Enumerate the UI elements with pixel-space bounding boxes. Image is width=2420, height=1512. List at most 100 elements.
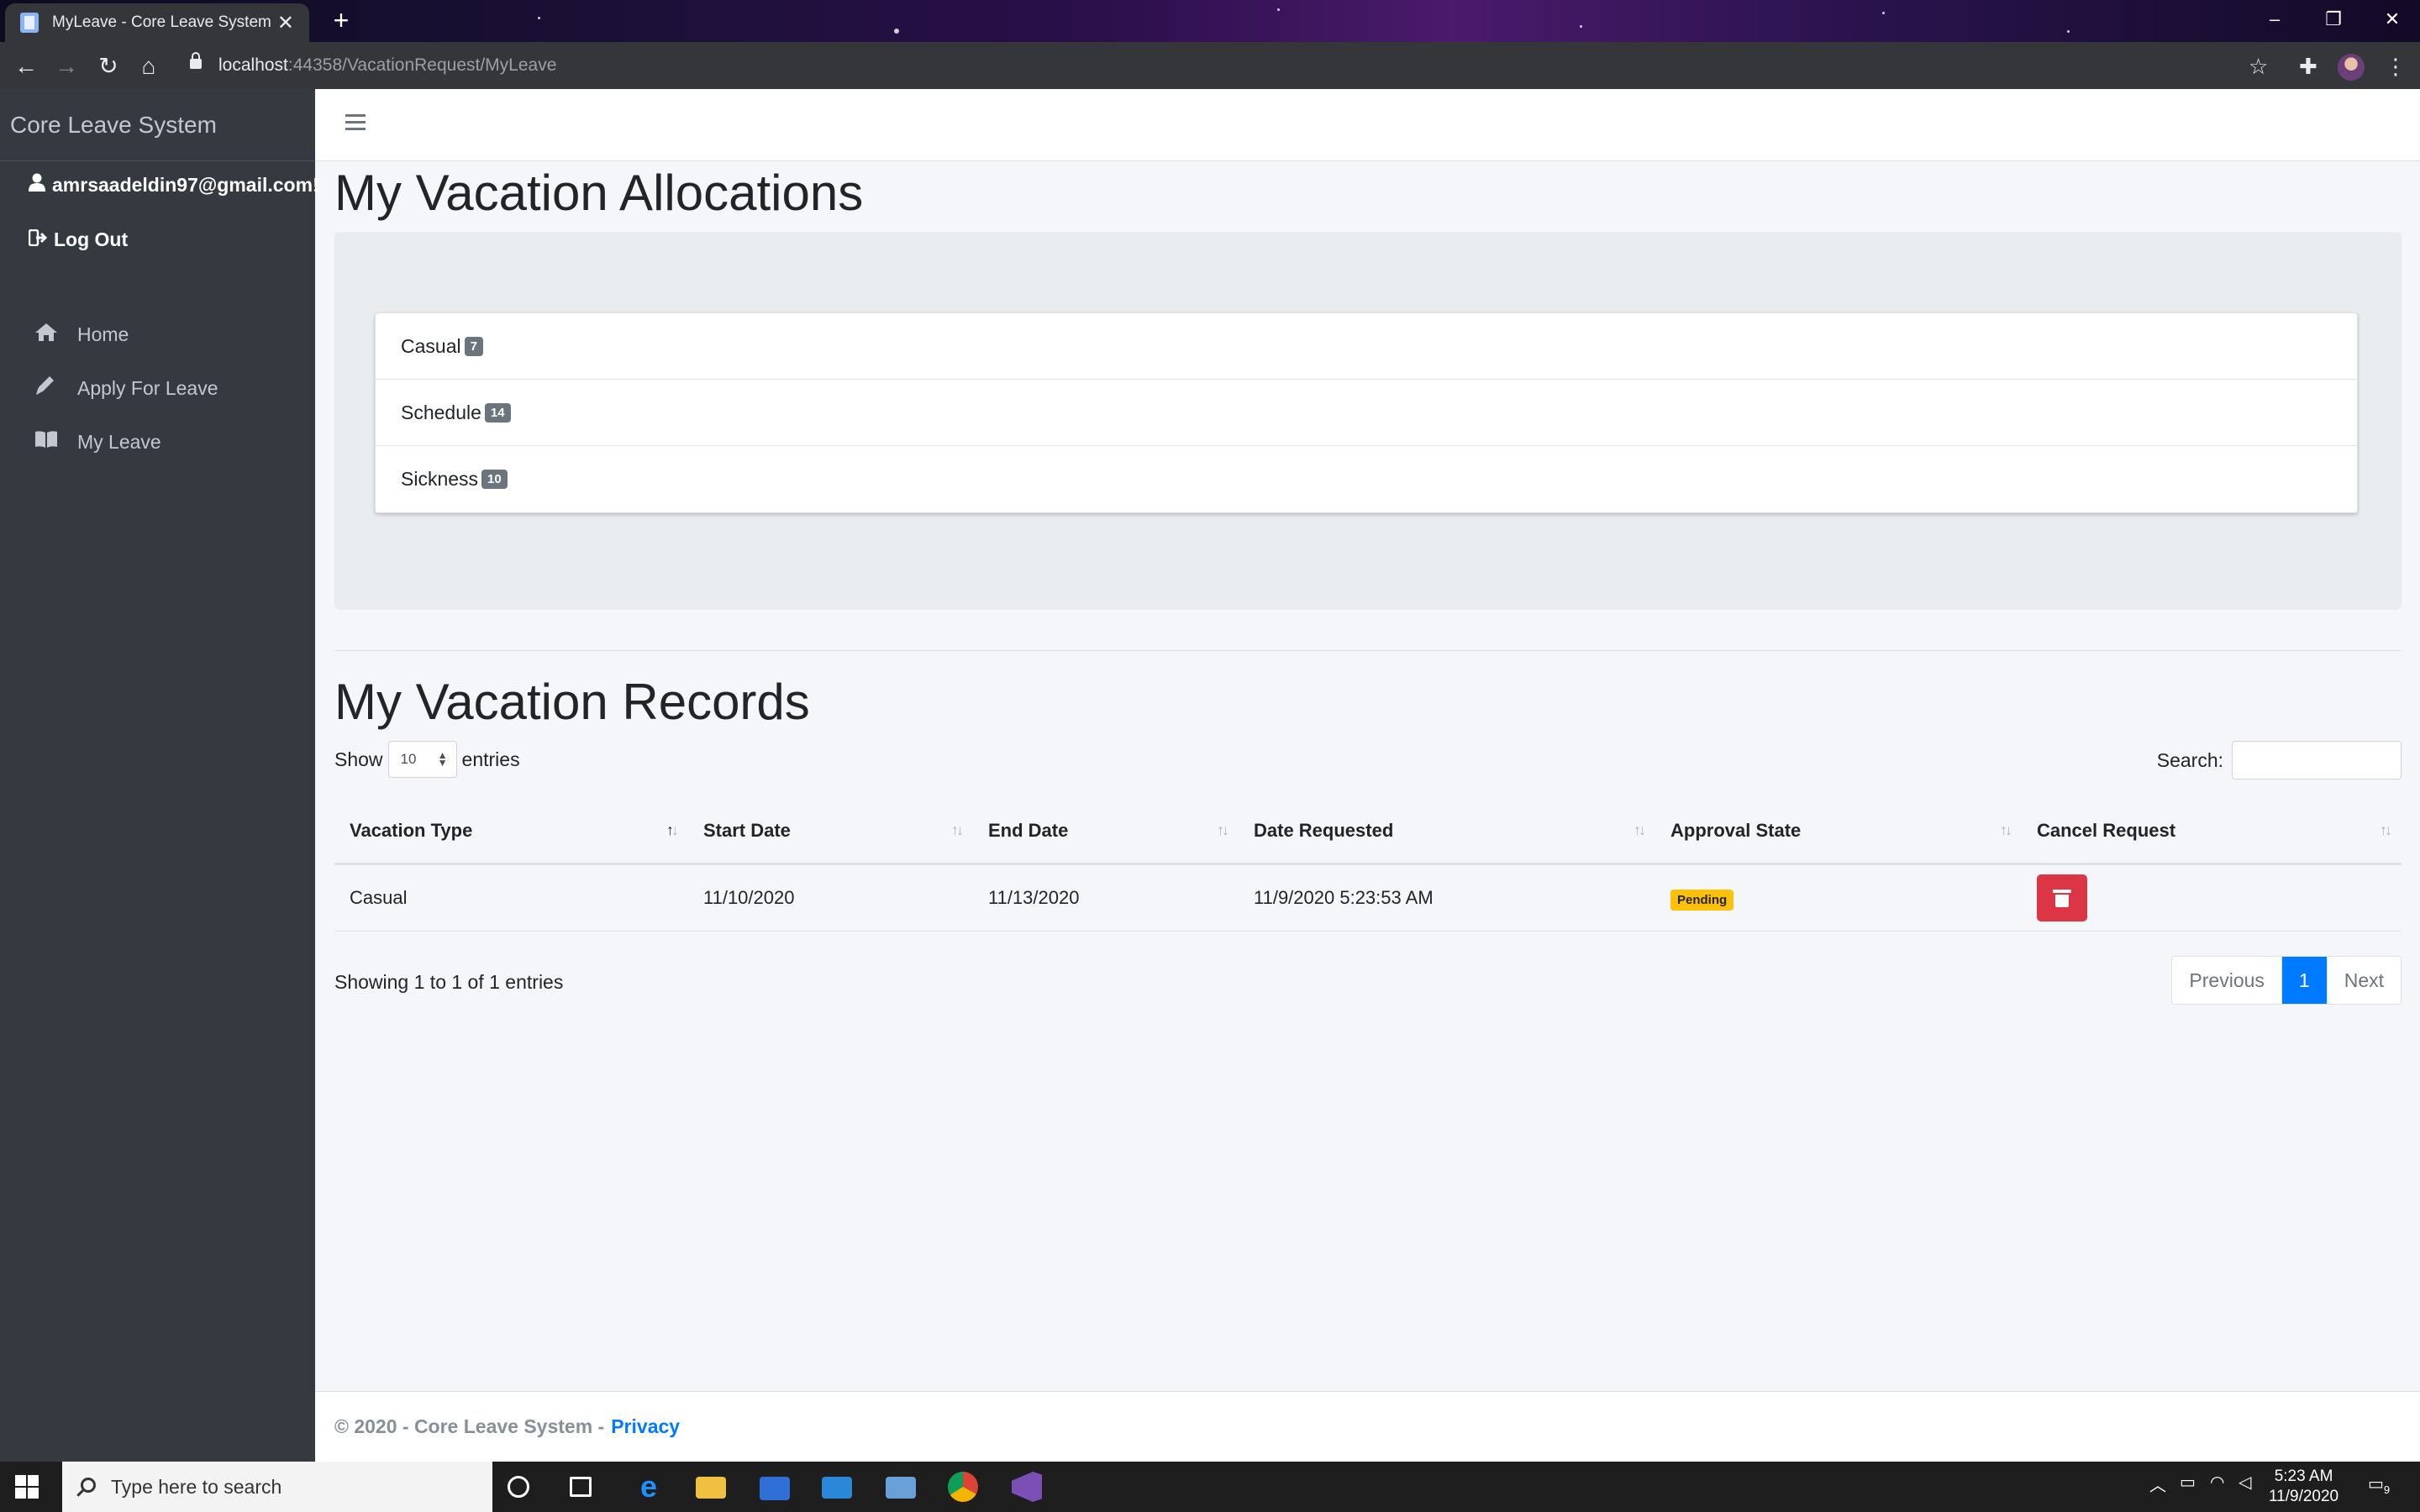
list-item: Sickness 10 xyxy=(376,446,2357,512)
search-icon xyxy=(81,1478,96,1493)
pagination: Previous 1 Next xyxy=(2171,956,2402,1005)
taskbar-clock[interactable]: 5:23 AM 11/9/2020 xyxy=(2269,1467,2338,1507)
column-header-approval-state[interactable]: Approval State ↑↓ xyxy=(1655,800,2022,865)
user-icon xyxy=(29,173,45,197)
clock-time: 5:23 AM xyxy=(2274,1467,2333,1485)
table-search: Search: xyxy=(2157,741,2402,780)
chrome-icon[interactable] xyxy=(948,1472,978,1502)
cortana-icon[interactable] xyxy=(508,1476,529,1498)
taskbar-search-box[interactable]: Type here to search xyxy=(62,1462,492,1512)
browser-toolbar: ← → ↻ ⌂ localhost:44358/VacationRequest/… xyxy=(0,42,2420,89)
allocations-title: My Vacation Allocations xyxy=(334,165,864,221)
page-length-select[interactable]: 10 ▲ ▼ xyxy=(387,741,457,778)
brand-link[interactable]: Core Leave System xyxy=(0,89,315,161)
cell-date-requested: 11/9/2020 5:23:53 AM xyxy=(1239,864,1655,932)
user-email: amrsaadeldin97@gmail.com! xyxy=(52,173,319,196)
page-length-value: 10 xyxy=(400,751,417,767)
column-header-end-date[interactable]: End Date ↑↓ xyxy=(973,800,1239,865)
windows-taskbar: Type here to search e ︿ ▭ ◠ ◁ 5:23 AM 11… xyxy=(0,1462,2420,1512)
store-icon[interactable] xyxy=(760,1477,790,1500)
close-tab-icon[interactable]: ✕ xyxy=(277,11,294,35)
wifi-icon[interactable]: ◠ xyxy=(2210,1472,2224,1493)
address-bar[interactable]: localhost:44358/VacationRequest/MyLeave xyxy=(218,52,556,79)
sidebar-nav: Home Apply For Leave My Leave xyxy=(0,307,315,469)
windows-start-icon[interactable] xyxy=(15,1475,39,1499)
visual-studio-icon[interactable] xyxy=(1012,1472,1042,1502)
bookmark-star-icon[interactable]: ☆ xyxy=(2249,52,2268,81)
taskbar-search-placeholder: Type here to search xyxy=(111,1475,282,1498)
select-arrows-icon: ▲ ▼ xyxy=(437,749,448,769)
column-header-start-date[interactable]: Start Date ↑↓ xyxy=(688,800,973,865)
logout-link[interactable]: Log Out xyxy=(28,228,128,251)
extensions-icon[interactable]: ✚ xyxy=(2299,52,2317,81)
file-explorer-icon[interactable] xyxy=(696,1477,726,1499)
cancel-request-button[interactable] xyxy=(2037,874,2087,921)
notification-count: 9 xyxy=(2383,1483,2391,1496)
column-header-cancel-request[interactable]: Cancel Request ↑↓ xyxy=(2022,800,2402,865)
list-item: Schedule 14 xyxy=(376,380,2357,446)
battery-icon[interactable]: ▭ xyxy=(2180,1472,2196,1493)
sort-icon: ↑↓ xyxy=(1634,822,1646,838)
sidebar-item-my-leave[interactable]: My Leave xyxy=(0,415,315,469)
browser-tab[interactable]: MyLeave - Core Leave System ✕ xyxy=(5,3,309,42)
sidebar-item-label: My Leave xyxy=(77,430,161,453)
top-navbar xyxy=(315,89,2420,161)
menu-toggle-icon[interactable] xyxy=(345,114,366,131)
list-item: Casual 7 xyxy=(376,313,2357,380)
table-row: Casual 11/10/2020 11/13/2020 11/9/2020 5… xyxy=(334,864,2402,932)
next-page-button[interactable]: Next xyxy=(2326,957,2401,1004)
page-footer: © 2020 - Core Leave System - Privacy xyxy=(315,1391,2420,1462)
table-info: Showing 1 to 1 of 1 entries xyxy=(334,971,564,993)
cell-cancel-request xyxy=(2022,864,2402,932)
previous-page-button[interactable]: Previous xyxy=(2172,957,2281,1004)
sidebar: Core Leave System amrsaadeldin97@gmail.c… xyxy=(0,89,319,1462)
page-1-button[interactable]: 1 xyxy=(2281,957,2327,1004)
table-header-row: Vacation Type ↑↓ Start Date ↑↓ End Date … xyxy=(334,800,2402,865)
cell-vacation-type: Casual xyxy=(334,864,688,932)
tray-chevron-icon[interactable]: ︿ xyxy=(2149,1472,2166,1496)
close-window-icon[interactable]: ✕ xyxy=(2363,0,2420,39)
allocation-count-badge: 7 xyxy=(464,336,483,356)
notifications-icon[interactable]: ▭9 xyxy=(2368,1473,2390,1496)
status-badge: Pending xyxy=(1670,889,1734,911)
privacy-link[interactable]: Privacy xyxy=(611,1415,680,1438)
forward-icon[interactable]: → xyxy=(52,52,81,81)
cell-start-date: 11/10/2020 xyxy=(688,864,973,932)
restore-icon[interactable]: ❐ xyxy=(2304,0,2363,39)
search-label: Search: xyxy=(2156,748,2223,771)
volume-icon[interactable]: ◁ xyxy=(2238,1472,2251,1493)
network-app-icon[interactable] xyxy=(886,1477,916,1499)
task-view-icon[interactable] xyxy=(570,1477,592,1497)
home-icon[interactable]: ⌂ xyxy=(134,52,163,81)
allocation-count-badge: 10 xyxy=(481,470,508,489)
back-icon[interactable]: ← xyxy=(12,52,40,81)
allocations-list: Casual 7 Schedule 14 Sickness 10 xyxy=(375,312,2358,513)
search-input[interactable] xyxy=(2232,741,2402,780)
new-tab-icon[interactable]: + xyxy=(326,5,356,35)
column-header-date-requested[interactable]: Date Requested ↑↓ xyxy=(1239,800,1655,865)
vacation-records-table: Vacation Type ↑↓ Start Date ↑↓ End Date … xyxy=(334,800,2402,932)
browser-menu-icon[interactable]: ⋮ xyxy=(2385,52,2407,81)
user-account-link[interactable]: amrsaadeldin97@gmail.com! xyxy=(29,173,319,197)
edge-icon[interactable]: e xyxy=(634,1472,664,1502)
sort-icon: ↑↓ xyxy=(1217,822,1229,838)
cell-end-date: 11/13/2020 xyxy=(973,864,1239,932)
sort-icon: ↑↓ xyxy=(951,822,964,838)
pencil-icon xyxy=(34,375,59,402)
sidebar-item-label: Apply For Leave xyxy=(77,376,218,399)
sort-asc-icon: ↑↓ xyxy=(666,822,679,838)
allocation-name: Casual xyxy=(401,334,461,357)
show-label: Show xyxy=(334,748,383,770)
section-divider xyxy=(334,650,2402,651)
column-header-vacation-type[interactable]: Vacation Type ↑↓ xyxy=(334,800,688,865)
allocation-name: Sickness xyxy=(401,468,479,490)
profile-avatar[interactable] xyxy=(2338,54,2365,81)
sidebar-item-apply-for-leave[interactable]: Apply For Leave xyxy=(0,361,315,415)
lock-icon[interactable] xyxy=(190,52,202,69)
footer-copyright: © 2020 - Core Leave System - xyxy=(334,1415,605,1437)
reload-icon[interactable]: ↻ xyxy=(94,52,123,81)
allocations-panel: Casual 7 Schedule 14 Sickness 10 xyxy=(334,232,2402,610)
sidebar-item-home[interactable]: Home xyxy=(0,307,315,361)
mail-icon[interactable] xyxy=(822,1477,852,1499)
minimize-icon[interactable]: – xyxy=(2245,0,2304,39)
